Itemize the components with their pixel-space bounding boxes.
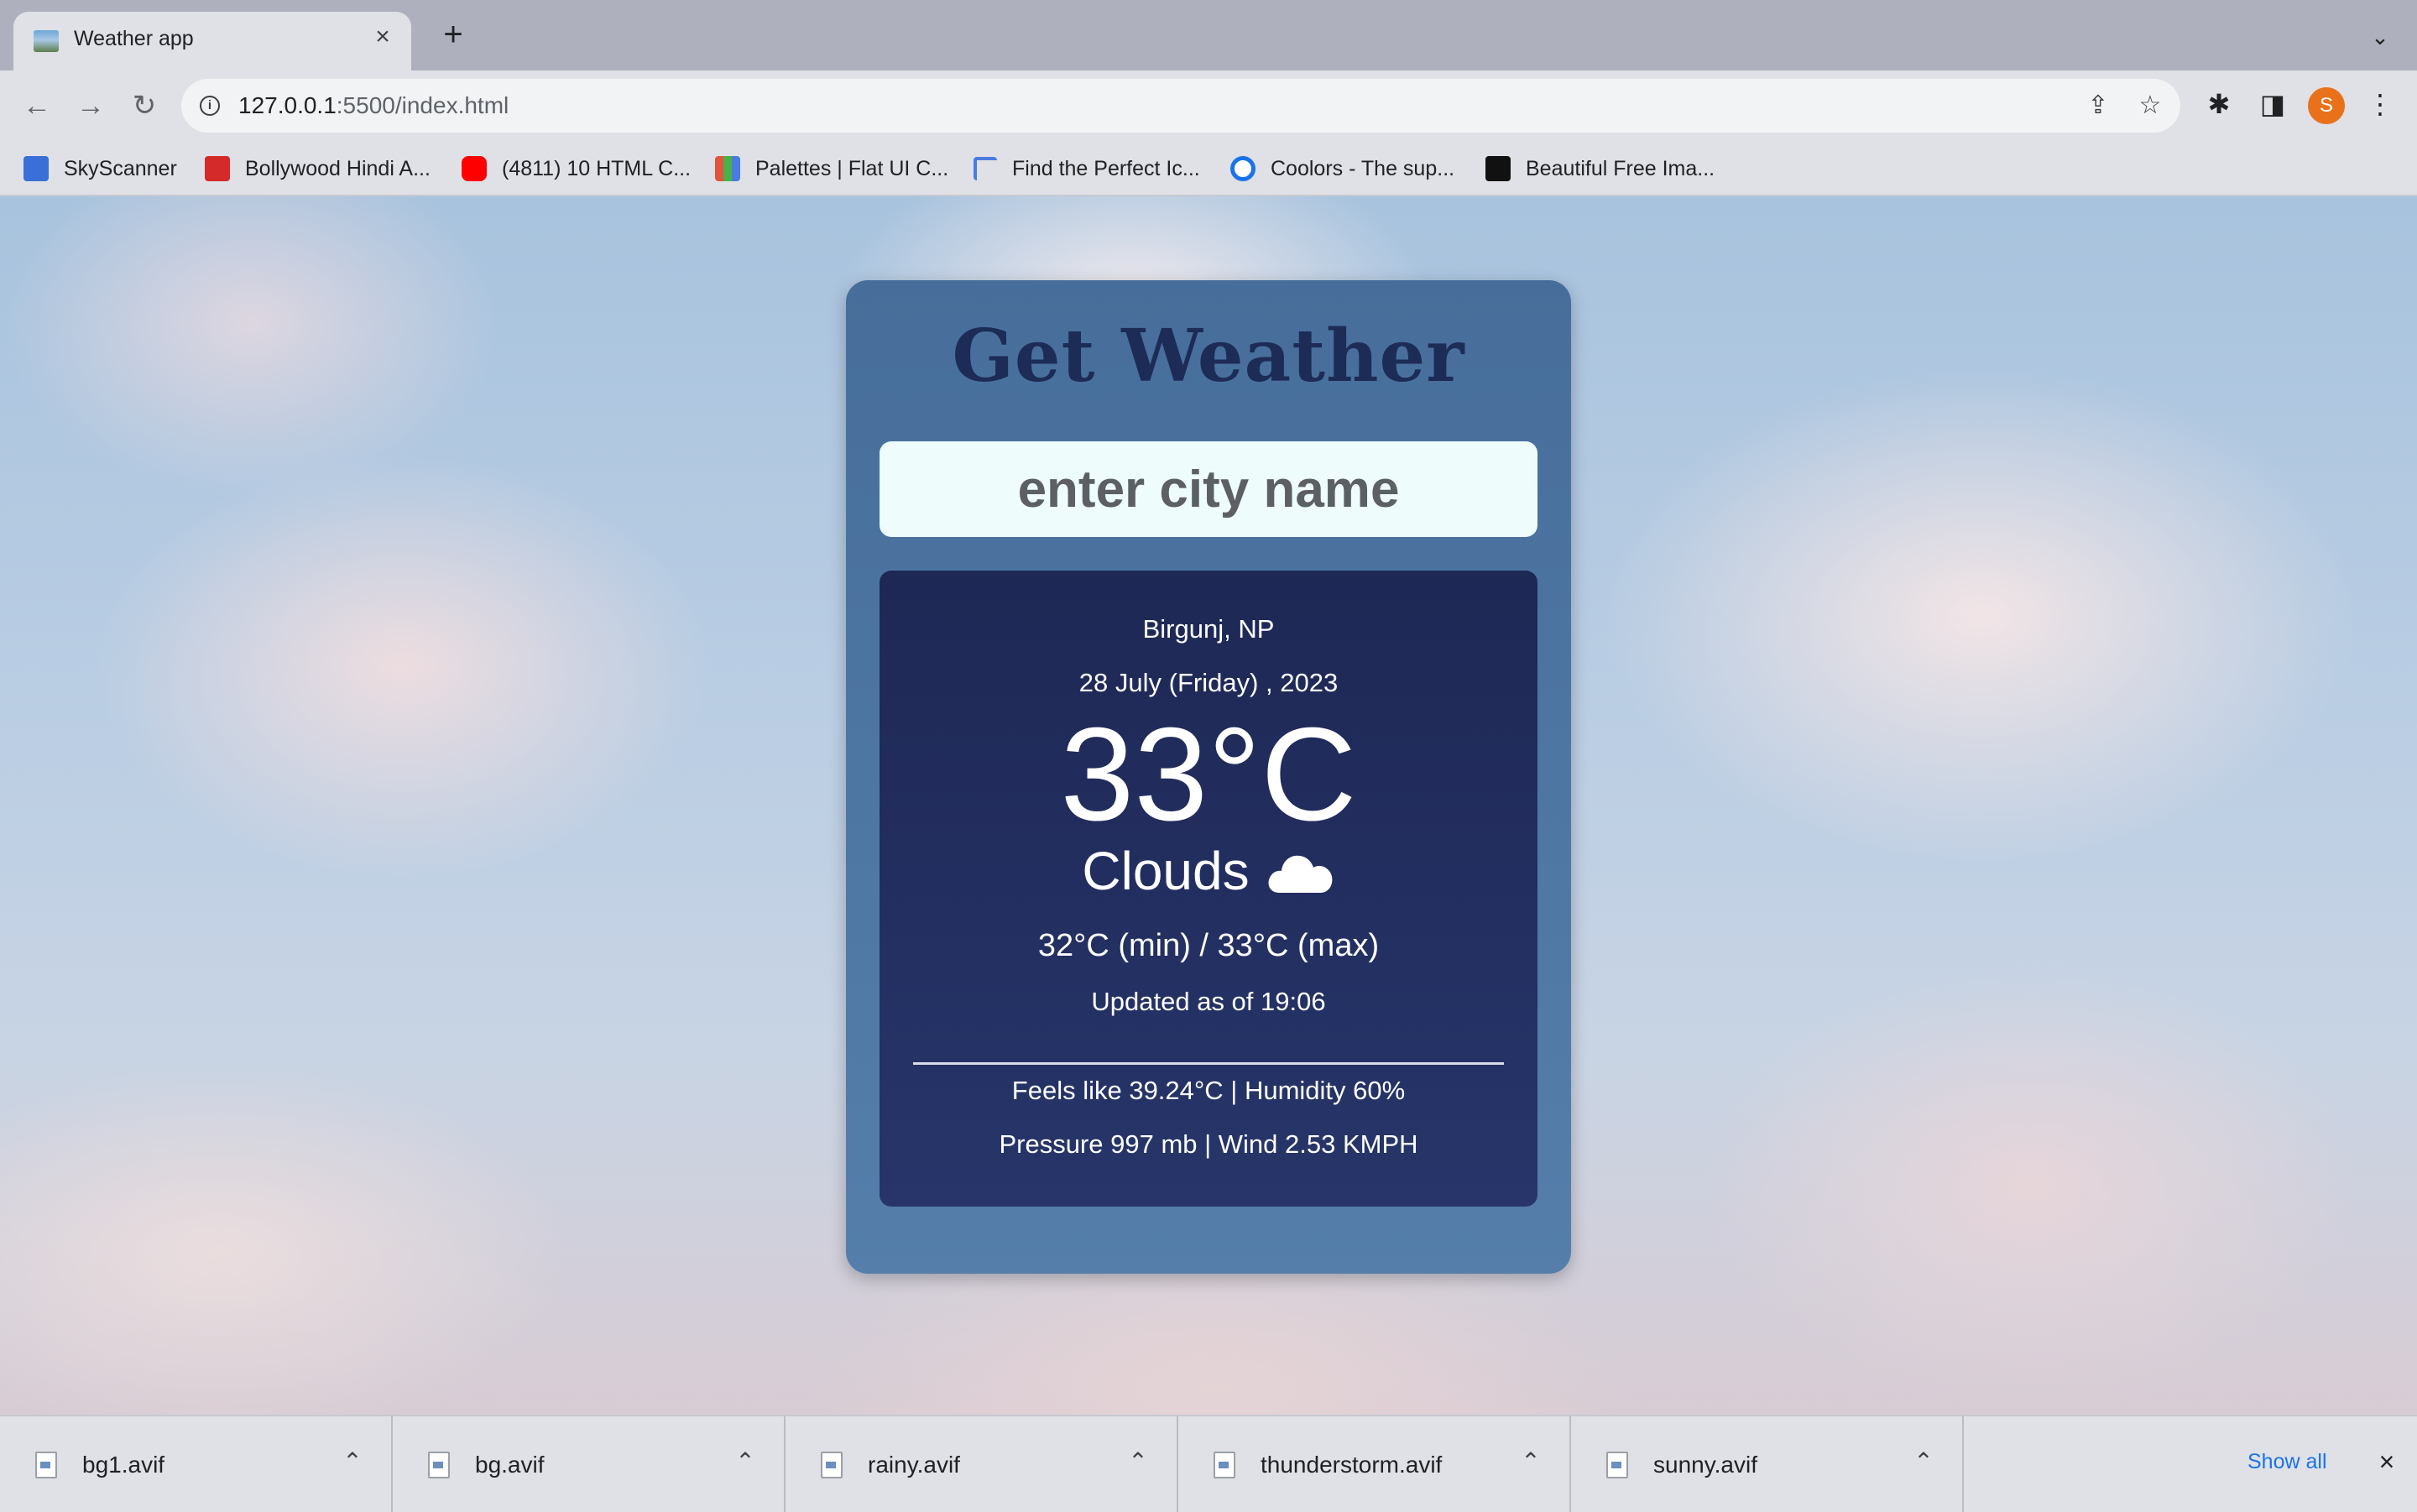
tab-favicon-icon xyxy=(34,30,59,52)
bookmark-unsplash[interactable]: Beautiful Free Ima... xyxy=(1485,154,1715,183)
close-icon[interactable]: × xyxy=(2370,1445,2404,1478)
condition-text: Clouds xyxy=(1082,841,1250,901)
chevron-up-icon[interactable]: ⌃ xyxy=(1907,1445,1940,1478)
file-icon xyxy=(428,1452,450,1478)
min-max-text: 32°C (min) / 33°C (max) xyxy=(1037,928,1380,963)
youtube-icon xyxy=(462,156,487,181)
pressure-wind-text: Pressure 997 mb | Wind 2.53 KMPH xyxy=(999,1129,1418,1159)
forward-icon[interactable]: → xyxy=(70,86,111,126)
sidebar-icon[interactable]: ◨ xyxy=(2254,86,2291,123)
date-text: 28 July (Friday) , 2023 xyxy=(1078,668,1339,697)
chevron-up-icon[interactable]: ⌃ xyxy=(728,1445,762,1478)
download-filename: sunny.avif xyxy=(1653,1452,1757,1478)
bookmark-icons[interactable]: Find the Perfect Ic... xyxy=(974,154,1200,183)
bollywood-icon xyxy=(205,156,230,181)
updated-text: Updated as of 19:06 xyxy=(1091,987,1326,1016)
info-icon[interactable]: i xyxy=(200,96,220,116)
chevron-up-icon[interactable]: ⌃ xyxy=(1121,1445,1155,1478)
browser-tab[interactable]: Weather app × xyxy=(13,12,411,70)
bookmark-flatuicolors[interactable]: Palettes | Flat UI C... xyxy=(715,154,948,183)
download-item[interactable]: rainy.avif ⌃ xyxy=(786,1416,1178,1512)
download-item[interactable]: bg1.avif ⌃ xyxy=(0,1416,393,1512)
tab-strip: Weather app × + ⌄ xyxy=(0,0,2417,70)
new-tab-button[interactable]: + xyxy=(436,18,470,52)
page-title: Get Weather xyxy=(952,314,1465,399)
city-search-input[interactable] xyxy=(880,441,1537,537)
bookmark-label: Palettes | Flat UI C... xyxy=(755,156,949,180)
extensions-icon[interactable]: ✱ xyxy=(2200,86,2237,123)
share-icon[interactable]: ⇪ xyxy=(2081,89,2115,123)
page-viewport: Get Weather Birgunj, NP 28 July (Friday)… xyxy=(0,196,2417,1415)
url-text: 127.0.0.1:5500/index.html xyxy=(238,92,509,119)
coolors-icon xyxy=(1230,156,1255,181)
location-text: Birgunj, NP xyxy=(1142,614,1275,644)
cloud-icon xyxy=(1268,855,1332,893)
url-path: :5500/index.html xyxy=(336,92,509,118)
download-item[interactable]: bg.avif ⌃ xyxy=(393,1416,786,1512)
bookmark-label: SkyScanner xyxy=(64,156,177,180)
bookmark-label: Beautiful Free Ima... xyxy=(1526,156,1715,180)
condition-row: Clouds xyxy=(880,839,1537,903)
star-icon[interactable]: ☆ xyxy=(2133,89,2167,123)
reload-icon[interactable]: ↻ xyxy=(124,86,164,126)
bookmark-label: (4811) 10 HTML C... xyxy=(502,156,692,180)
bookmarks-bar: SkyScanner Bollywood Hindi A... (4811) 1… xyxy=(0,141,2417,196)
tab-title: Weather app xyxy=(74,27,194,50)
address-bar[interactable]: i 127.0.0.1:5500/index.html ⇪ ☆ xyxy=(181,79,2180,133)
menu-icon[interactable]: ⋮ xyxy=(2362,86,2399,123)
downloads-bar: bg1.avif ⌃ bg.avif ⌃ rainy.avif ⌃ thunde… xyxy=(0,1415,2417,1512)
file-icon xyxy=(1214,1452,1235,1478)
bookmark-youtube[interactable]: (4811) 10 HTML C... xyxy=(462,154,691,183)
tab-search-icon[interactable]: ⌄ xyxy=(2363,20,2397,54)
bookmark-label: Find the Perfect Ic... xyxy=(1012,156,1200,180)
download-filename: bg.avif xyxy=(475,1452,545,1478)
back-icon[interactable]: ← xyxy=(17,86,57,126)
divider xyxy=(913,1062,1504,1065)
bookmark-bollywood[interactable]: Bollywood Hindi A... xyxy=(205,154,431,183)
bookmark-coolors[interactable]: Coolors - The sup... xyxy=(1230,154,1454,183)
skyscanner-icon xyxy=(23,156,49,181)
file-icon xyxy=(821,1452,843,1478)
profile-avatar[interactable]: S xyxy=(2308,87,2345,124)
download-item[interactable]: sunny.avif ⌃ xyxy=(1571,1416,1964,1512)
feels-humidity-text: Feels like 39.24°C | Humidity 60% xyxy=(1011,1076,1406,1105)
chevron-up-icon[interactable]: ⌃ xyxy=(1514,1445,1548,1478)
download-filename: thunderstorm.avif xyxy=(1261,1452,1443,1478)
file-icon xyxy=(35,1452,57,1478)
download-filename: rainy.avif xyxy=(868,1452,960,1478)
flag-icon xyxy=(974,157,997,180)
browser-toolbar: ← → ↻ i 127.0.0.1:5500/index.html ⇪ ☆ xyxy=(0,70,2417,141)
bookmark-label: Coolors - The sup... xyxy=(1271,156,1455,180)
chevron-up-icon[interactable]: ⌃ xyxy=(336,1445,369,1478)
show-all-link[interactable]: Show all xyxy=(2247,1450,2327,1474)
weather-card: Get Weather Birgunj, NP 28 July (Friday)… xyxy=(846,280,1571,1274)
weather-panel: Birgunj, NP 28 July (Friday) , 2023 33°C… xyxy=(880,571,1537,1207)
file-icon xyxy=(1606,1452,1628,1478)
download-filename: bg1.avif xyxy=(82,1452,165,1478)
temperature-value: 33°C xyxy=(1060,701,1357,848)
palette-icon xyxy=(715,156,740,181)
download-item[interactable]: thunderstorm.avif ⌃ xyxy=(1178,1416,1571,1512)
bookmark-label: Bollywood Hindi A... xyxy=(245,156,431,180)
bookmark-skyscanner[interactable]: SkyScanner xyxy=(23,154,177,183)
url-host: 127.0.0.1 xyxy=(238,92,337,118)
unsplash-icon xyxy=(1485,156,1511,181)
tab-close-icon[interactable]: × xyxy=(366,20,399,54)
